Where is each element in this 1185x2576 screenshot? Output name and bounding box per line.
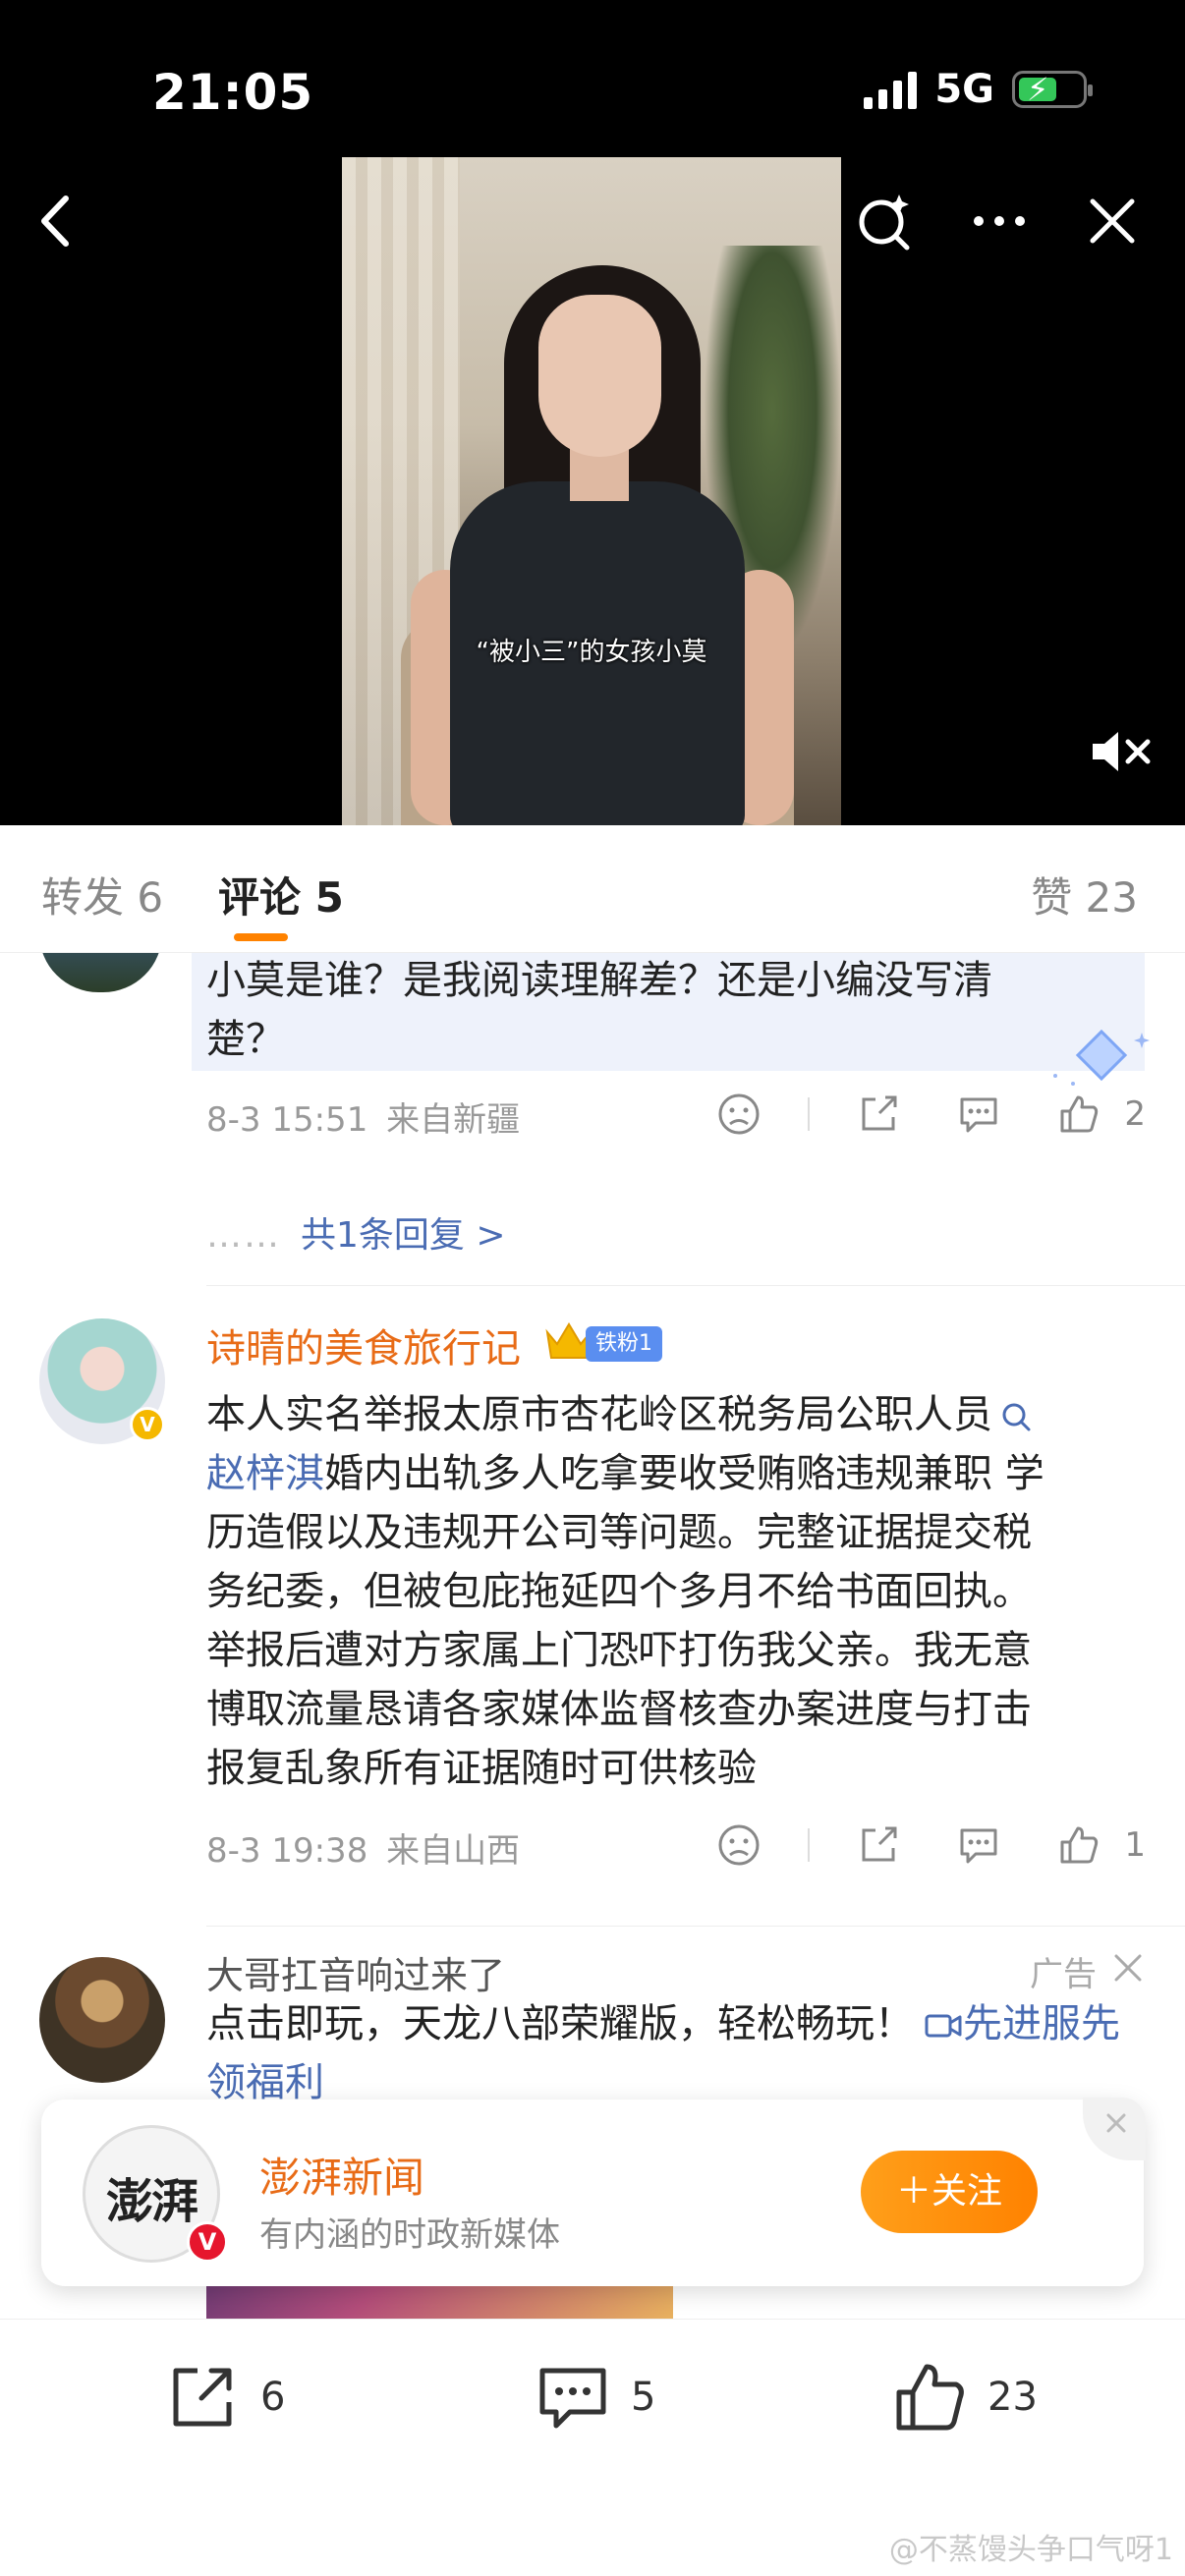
comment-text: 历造假以及违规开公司等问题。完整证据提交税 bbox=[206, 1510, 1032, 1555]
tab-comment[interactable]: 评论 5 bbox=[218, 865, 344, 924]
status-icons: 5G ⚡ bbox=[864, 67, 1093, 112]
mention-link[interactable]: 赵梓淇 bbox=[206, 1451, 324, 1496]
verified-badge: V bbox=[130, 1407, 165, 1442]
avatar[interactable] bbox=[39, 953, 162, 992]
comment-text: 赵梓淇婚内出轨多人吃拿要收受贿赂违规兼职 学 bbox=[206, 1451, 1044, 1496]
follow-button[interactable]: ＋关注 bbox=[861, 2151, 1038, 2233]
comment-text: 小莫是谁？是我阅读理解差？还是小编没写清 bbox=[206, 958, 992, 1003]
comment-text: 博取流量恳请各家媒体监督核查办案进度与打击 bbox=[206, 1687, 1032, 1732]
comment-icon bbox=[539, 2368, 606, 2429]
comment-count: 5 bbox=[631, 2375, 656, 2420]
comment-text: 务纪委，但被包庇拖延四个多月不给书面回执。 bbox=[206, 1569, 1032, 1614]
share-count: 6 bbox=[260, 2375, 286, 2420]
close-icon bbox=[1106, 2113, 1126, 2133]
tab-repost[interactable]: 转发 6 bbox=[41, 865, 163, 924]
comment-text: 楚？ bbox=[206, 1017, 285, 1062]
more-icon[interactable] bbox=[965, 187, 1034, 255]
status-time: 21:05 bbox=[152, 64, 314, 121]
like-count: 23 bbox=[988, 2375, 1038, 2420]
tab-bar: 转发 6 评论 5 赞 23 bbox=[0, 825, 1185, 953]
diamond-sparkle-icon bbox=[1053, 1029, 1150, 1086]
avatar[interactable] bbox=[39, 1957, 165, 2083]
publisher-name[interactable]: 澎湃新闻 bbox=[259, 2145, 424, 2205]
comment-location: 来自山西 bbox=[386, 1831, 521, 1871]
share-icon bbox=[173, 2368, 232, 2427]
comment-actions: 1 bbox=[670, 1820, 1146, 1871]
search-icon[interactable] bbox=[998, 1399, 1034, 1434]
network-label: 5G bbox=[934, 67, 994, 112]
video-icon bbox=[925, 2014, 962, 2038]
comment-username[interactable]: 诗晴的美食旅行记 bbox=[206, 1316, 521, 1373]
comment-icon[interactable] bbox=[947, 1089, 1010, 1140]
signal-icon bbox=[864, 70, 918, 109]
search-magic-icon[interactable] bbox=[850, 187, 919, 255]
tab-like[interactable]: 赞 23 bbox=[1031, 865, 1138, 924]
like-icon[interactable] bbox=[1047, 1820, 1110, 1871]
tab-active-indicator bbox=[234, 933, 288, 941]
like-button[interactable]: 23 bbox=[889, 2357, 1038, 2437]
fan-badge: 铁粉1 bbox=[586, 1326, 662, 1362]
share-icon[interactable] bbox=[847, 1820, 910, 1871]
video-player[interactable]: “被小三”的女孩小莫 bbox=[342, 157, 841, 825]
comment-text: 举报后遭对方家属上门恐吓打伤我父亲。我无意 bbox=[206, 1628, 1032, 1673]
video-caption: “被小三”的女孩小莫 bbox=[476, 638, 707, 667]
like-count: 2 bbox=[1124, 1094, 1146, 1134]
comment-actions: 2 bbox=[670, 1089, 1146, 1140]
like-count: 1 bbox=[1124, 1825, 1146, 1865]
ad-text: 点击即玩，天龙八部荣耀版，轻松畅玩！ 先进服先领福利 bbox=[206, 2001, 1120, 2105]
like-icon[interactable] bbox=[1047, 1089, 1110, 1140]
comment-icon[interactable] bbox=[947, 1820, 1010, 1871]
comment-location: 来自新疆 bbox=[386, 1100, 521, 1140]
sad-face-icon[interactable] bbox=[707, 1820, 770, 1871]
comment-meta: 8-3 15:51 来自新疆 bbox=[206, 1092, 520, 1141]
ad-username[interactable]: 大哥扛音响过来了 bbox=[206, 1945, 505, 1999]
comment-time: 8-3 19:38 bbox=[206, 1831, 368, 1871]
close-icon[interactable] bbox=[1078, 187, 1147, 255]
sad-face-icon[interactable] bbox=[707, 1089, 770, 1140]
follow-card: 澎湃 V 澎湃新闻 有内涵的时政新媒体 ＋关注 bbox=[41, 2098, 1146, 2286]
share-button[interactable]: 6 bbox=[162, 2357, 285, 2437]
back-icon[interactable] bbox=[25, 187, 93, 255]
divider bbox=[206, 1285, 1185, 1286]
verified-badge: V bbox=[187, 2221, 228, 2263]
share-icon[interactable] bbox=[847, 1089, 910, 1140]
comment-button[interactable]: 5 bbox=[533, 2357, 655, 2437]
mute-icon[interactable] bbox=[1087, 722, 1156, 781]
ad-label: 广告 bbox=[1030, 1955, 1097, 1994]
like-icon bbox=[896, 2364, 964, 2431]
battery-icon: ⚡ bbox=[1012, 71, 1093, 108]
close-icon[interactable] bbox=[1110, 1950, 1146, 1986]
view-replies-link[interactable]: …… 共1条回复 > bbox=[206, 1206, 506, 1258]
card-close-button[interactable] bbox=[1083, 2098, 1146, 2160]
video-header: 21:05 5G ⚡ “被小三”的女孩小莫 bbox=[0, 0, 1185, 825]
watermark: @不蒸馒头争口气呀1 bbox=[888, 2533, 1173, 2567]
comment-meta: 8-3 19:38 来自山西 bbox=[206, 1823, 520, 1872]
divider bbox=[206, 1926, 1185, 1927]
comment-text: 报复乱象所有证据随时可供核验 bbox=[206, 1746, 757, 1791]
bottom-action-bar: 6 5 23 bbox=[0, 2319, 1185, 2486]
publisher-description: 有内涵的时政新媒体 bbox=[259, 2215, 560, 2255]
comment-time: 8-3 15:51 bbox=[206, 1100, 368, 1140]
comment-text: 本人实名举报太原市杏花岭区税务局公职人员 bbox=[206, 1385, 1034, 1444]
